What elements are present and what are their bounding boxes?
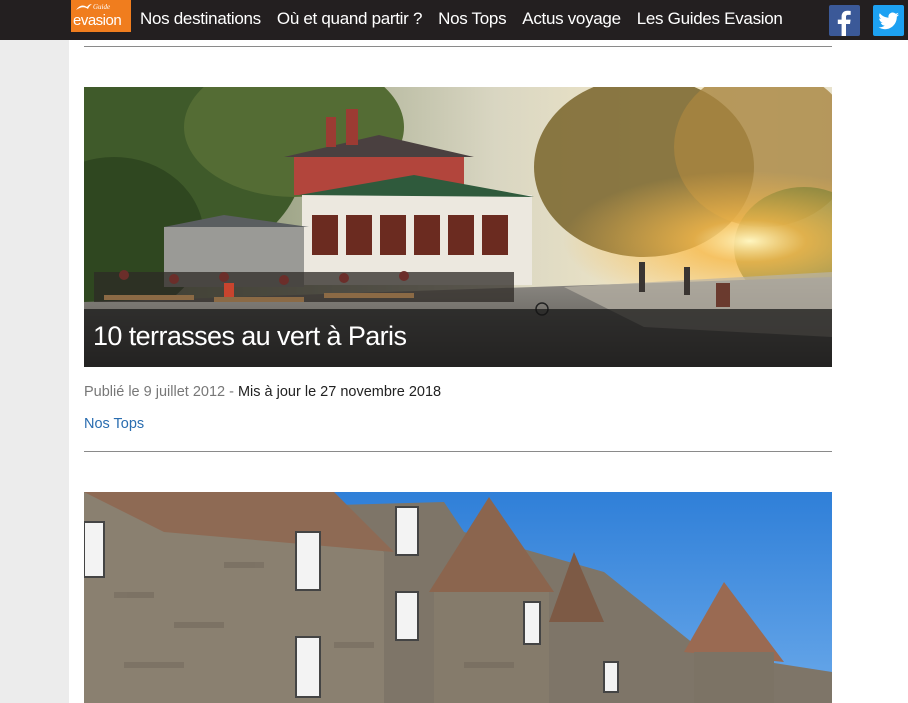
article-category-link[interactable]: Nos Tops: [84, 416, 144, 432]
main-nav: Nos destinations Où et quand partir ? No…: [140, 0, 799, 40]
divider: [84, 451, 832, 452]
bird-icon: [76, 4, 92, 10]
divider: [84, 46, 832, 47]
logo-guide-text: Guide: [93, 3, 111, 11]
article-card-image[interactable]: 10 terrasses au vert à Paris: [84, 87, 832, 367]
meta-separator: -: [225, 384, 238, 400]
article-card-image[interactable]: [84, 492, 832, 703]
nav-item-guides-evasion[interactable]: Les Guides Evasion: [637, 0, 783, 40]
logo-brand-text: evasion: [73, 12, 122, 29]
updated-date: Mis à jour le 27 novembre 2018: [237, 384, 442, 400]
twitter-icon[interactable]: [873, 5, 904, 36]
facebook-icon[interactable]: [829, 5, 860, 36]
published-date: Publié le 9 juillet 2012: [84, 384, 226, 400]
top-navigation-bar: Guide evasion Nos destinations Où et qua…: [0, 0, 908, 40]
nav-item-ou-et-quand-partir[interactable]: Où et quand partir ?: [277, 0, 423, 40]
main-content: 10 terrasses au vert à Paris Publié le 9…: [69, 40, 908, 703]
nav-item-actus-voyage[interactable]: Actus voyage: [522, 0, 621, 40]
article-title[interactable]: 10 terrasses au vert à Paris: [93, 321, 407, 352]
castle-photo: [84, 492, 832, 703]
nav-item-destinations[interactable]: Nos destinations: [140, 0, 261, 40]
article-title-overlay: 10 terrasses au vert à Paris: [84, 309, 832, 367]
article-meta: Publié le 9 juillet 2012 - Mis à jour le…: [84, 384, 441, 400]
guide-evasion-logo[interactable]: Guide evasion: [71, 0, 131, 32]
nav-item-nos-tops[interactable]: Nos Tops: [438, 0, 506, 40]
